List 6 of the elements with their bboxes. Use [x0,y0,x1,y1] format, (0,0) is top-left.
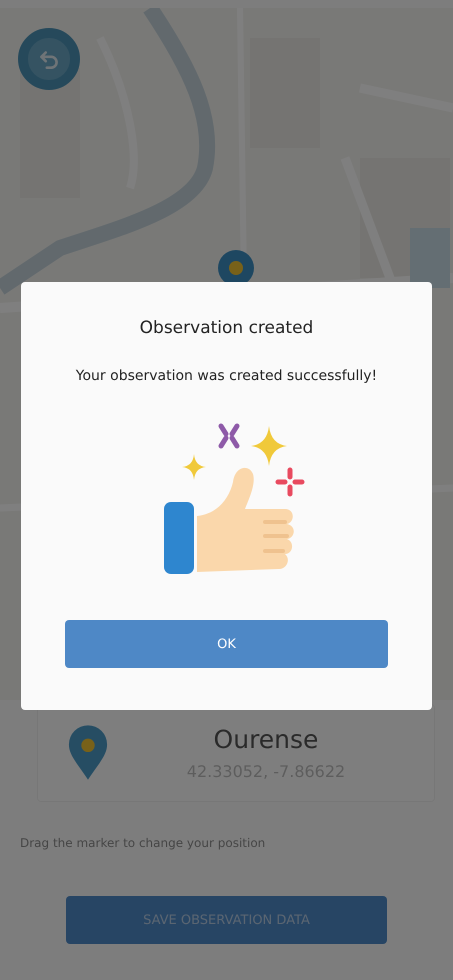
location-pin-icon [67,724,109,782]
ok-button[interactable]: OK [65,620,388,668]
city-name: Ourense [214,725,318,754]
dialog-title: Observation created [140,318,314,338]
dialog-message: Your observation was created successfully! [76,368,378,384]
hint-text: Drag the marker to change your position [20,836,266,850]
